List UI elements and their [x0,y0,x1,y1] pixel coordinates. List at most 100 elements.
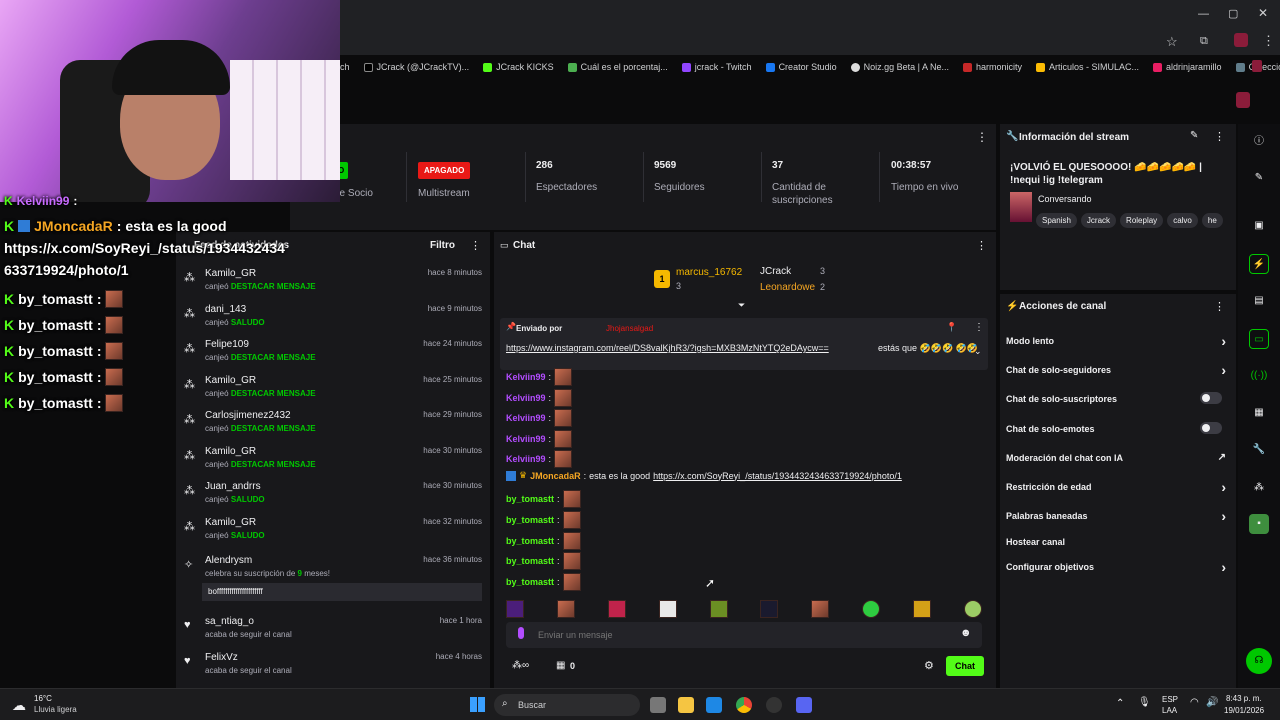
actions-menu-icon[interactable]: ⋮ [1214,300,1225,313]
feed-menu-icon[interactable]: ⋮ [470,239,481,252]
pinned-link[interactable]: https://www.instagram.com/reel/DS8valKjh… [506,343,829,353]
obs-icon[interactable] [766,697,782,713]
filter-button[interactable]: Filtro [430,240,455,251]
chat-menu-icon[interactable]: ⋮ [976,239,987,252]
action-ai-moderation[interactable]: Moderación del chat con IA ↗ [1006,452,1230,463]
send-chat-button[interactable]: Chat [946,656,984,676]
stats-menu-icon[interactable]: ⋮ [976,130,988,144]
tag[interactable]: Roleplay [1120,213,1164,228]
wrench-icon[interactable]: 🔧 [1249,440,1269,460]
microphone-icon[interactable] [518,627,524,639]
action-host-channel[interactable]: Hostear canal [1006,537,1230,547]
pinned-user[interactable]: Jhojansalgad [606,324,653,333]
action-followers-only[interactable]: Chat de solo-seguidores › [1006,362,1230,378]
leader-name[interactable]: Leonardowe [760,282,815,293]
emote-icon[interactable] [709,600,728,618]
mic-icon[interactable]: 🎙 [1138,697,1151,708]
maximize-icon[interactable]: ▢ [1228,7,1238,20]
file-explorer-icon[interactable] [678,697,694,713]
bookmark-star-icon[interactable]: ☆ [1166,34,1178,50]
chat-input-box[interactable]: ☻ [506,622,982,648]
feed-username[interactable]: Juan_andrrs [205,481,261,492]
info-menu-icon[interactable]: ⋮ [1214,130,1225,143]
action-configure-goals[interactable]: Configurar objetivos › [1006,559,1230,575]
close-icon[interactable]: ✕ [1258,6,1268,20]
chat-bubble-icon[interactable]: ▭ [1249,329,1269,349]
unpin-icon[interactable]: 📍 [946,322,957,333]
emotes-only-toggle[interactable] [1200,422,1222,434]
emote-icon[interactable] [862,600,881,618]
chat-username[interactable]: by_tomastt [506,536,554,546]
chat-link[interactable]: https://x.com/SoyReyi_/status/1934432434… [653,471,902,481]
game-icon[interactable]: ▪ [1249,514,1269,534]
bookmark-item[interactable]: aldrinjaramillo [1153,62,1222,72]
bookmark-item[interactable]: JCrack (@JCrackTV)... [363,62,469,72]
extensions-icon[interactable]: ⧉ [1200,35,1208,48]
tag[interactable]: Spanish [1036,213,1077,228]
pinned-menu-icon[interactable]: ⋮ [974,322,984,333]
emote-icon[interactable] [658,600,677,618]
chevron-up-icon[interactable]: ⌃ [1116,698,1124,709]
edit-icon[interactable]: ✎ [1190,130,1198,141]
emote-icon[interactable] [811,600,830,618]
tag[interactable]: calvo [1167,213,1198,228]
action-emotes-only[interactable]: Chat de solo-emotes [1006,422,1230,434]
users-icon[interactable]: ⁂∞ [512,660,529,671]
action-banned-words[interactable]: Palabras baneadas › [1006,508,1230,524]
wifi-icon[interactable]: ◠ [1190,697,1199,708]
profile-icon[interactable] [1234,33,1248,47]
bookmark-item[interactable]: Creator Studio [765,62,837,72]
feed-username[interactable]: Kamilo_GR [205,446,256,457]
lang-2[interactable]: LAA [1162,706,1177,715]
task-view-icon[interactable] [650,697,666,713]
lang-1[interactable]: ESP [1162,695,1178,704]
emote-icon[interactable] [963,600,982,618]
menu-dots-icon[interactable]: ⋮ [1262,33,1275,49]
tag[interactable]: he [1201,213,1223,228]
info-icon[interactable]: ⓘ [1249,132,1269,152]
emoji-icon[interactable]: ☻ [960,627,972,639]
bookmark-item[interactable]: Cuál es el porcentaj... [567,62,668,72]
emote-icon[interactable] [913,600,931,618]
taskbar-search[interactable]: ⌕ Buscar [494,694,640,716]
lightning-icon[interactable]: ⚡ [1249,254,1269,274]
feed-username[interactable]: Kamilo_GR [205,517,256,528]
action-subscribers-only[interactable]: Chat de solo-suscriptores [1006,392,1230,404]
emote-icon[interactable] [506,600,524,618]
feed-username[interactable]: sa_ntiag_o [205,616,254,627]
emote-icon[interactable] [556,600,575,618]
emote-icon[interactable] [760,600,779,618]
chat-username[interactable]: Kelviin99 [506,434,546,444]
bookmark-item[interactable]: ch [340,62,350,72]
clock-date[interactable]: 19/01/2026 [1224,706,1264,715]
chat-username[interactable]: JMoncadaR [530,471,581,481]
chat-username[interactable]: Kelviin99 [506,372,546,382]
discord-icon[interactable] [796,697,812,713]
expand-icon[interactable]: ⌄ [974,346,982,357]
camera-icon[interactable]: ▣ [1249,216,1269,236]
store-icon[interactable]: ▦ [556,660,565,671]
action-slow-mode[interactable]: Modo lento › [1006,333,1230,349]
bookmark-item[interactable]: Articulos - SIMULAC... [1036,62,1139,72]
action-age-restriction[interactable]: Restricción de edad › [1006,479,1230,495]
document-icon[interactable]: ▤ [1249,291,1269,311]
chat-username[interactable]: by_tomastt [506,515,554,525]
bookmarks-more-icon[interactable] [1252,60,1262,72]
clock-time[interactable]: 8:43 p. m. [1226,694,1262,703]
feed-username[interactable]: Alendrysm [205,555,252,566]
support-icon[interactable]: ☊ [1246,648,1272,674]
minimize-icon[interactable]: — [1198,8,1209,20]
collapse-icon[interactable]: ⏷ [738,300,745,311]
bookmark-item[interactable]: jcrack - Twitch [681,62,752,72]
subscribers-only-toggle[interactable] [1200,392,1222,404]
weather-icon[interactable]: ☁ [12,697,26,714]
broadcast-icon[interactable]: ((·)) [1249,366,1269,386]
leader-name[interactable]: JCrack [760,266,791,277]
chat-username[interactable]: Kelviin99 [506,393,546,403]
chat-username[interactable]: by_tomastt [506,577,554,587]
leader-name[interactable]: marcus_16762 [676,267,742,278]
store-icon[interactable]: ▦ [1249,403,1269,423]
chat-username[interactable]: by_tomastt [506,494,554,504]
bookmark-item[interactable]: Noiz.gg Beta | A Ne... [850,62,949,72]
chrome-icon[interactable] [736,697,752,713]
